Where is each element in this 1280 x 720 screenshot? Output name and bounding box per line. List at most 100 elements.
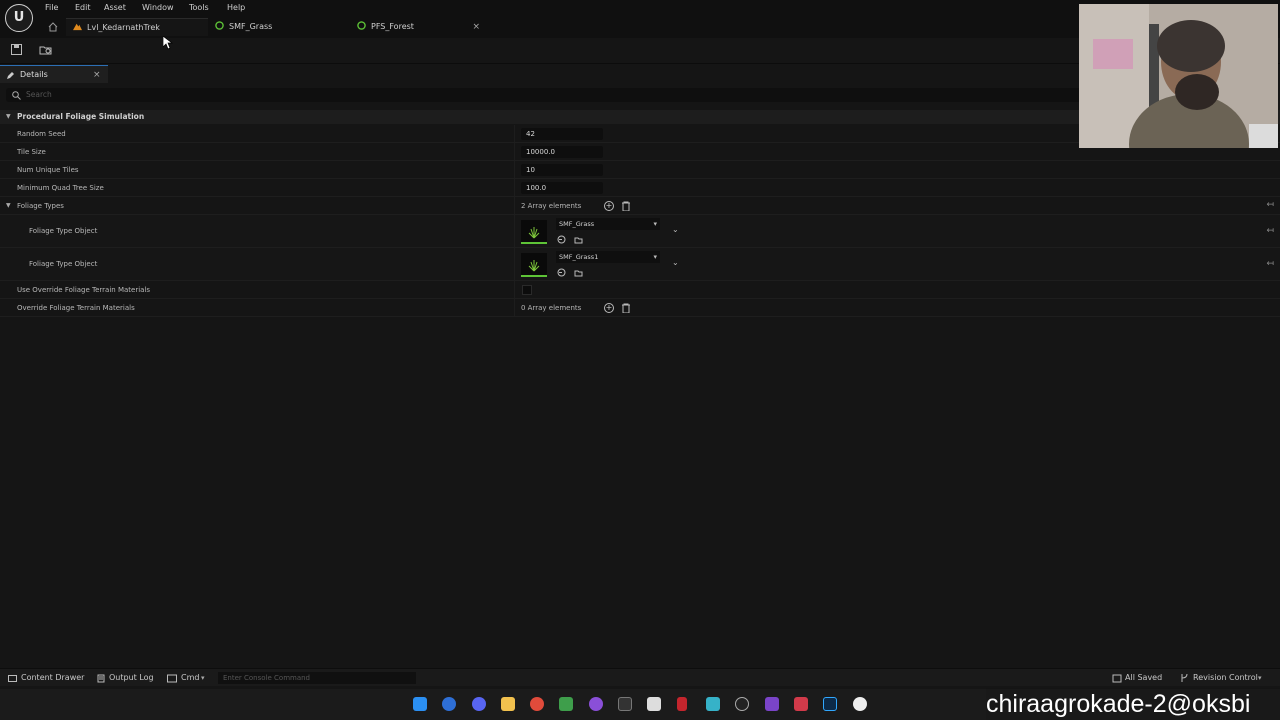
console-command-input[interactable]: Enter Console Command <box>218 672 416 684</box>
override-materials-count: 0 Array elements <box>521 304 582 312</box>
cmd-button[interactable]: Cmd <box>181 669 199 687</box>
tab-pfs-forest-label: PFS_Forest <box>371 22 414 31</box>
photoshop-icon[interactable] <box>823 697 837 711</box>
foliage-types-count: 2 Array elements <box>521 202 582 210</box>
menu-asset[interactable]: Asset <box>104 2 126 14</box>
use-override-checkbox[interactable] <box>522 285 532 295</box>
random-seed-label: Random Seed <box>17 130 66 138</box>
tab-level-label: Lvl_KedarnathTrek <box>87 23 160 32</box>
terminal-icon <box>167 674 177 683</box>
tab-pfs-forest[interactable]: PFS_Forest × <box>350 18 490 36</box>
app-circle-icon[interactable] <box>735 697 749 711</box>
use-selected-icon[interactable] <box>557 235 566 244</box>
close-icon[interactable]: × <box>93 66 101 84</box>
foliage-icon <box>357 21 366 30</box>
grass-thumbnail-icon <box>528 260 540 272</box>
chevron-down-icon[interactable]: ▾ <box>1258 669 1262 687</box>
random-seed-field[interactable]: 42 <box>521 128 603 140</box>
revision-control-icon <box>1181 673 1188 682</box>
menu-help[interactable]: Help <box>227 2 245 14</box>
home-icon[interactable] <box>48 22 58 32</box>
trash-icon[interactable] <box>622 303 630 313</box>
collapse-arrow-icon[interactable]: ▼ <box>6 197 11 215</box>
asset-thumbnail[interactable] <box>521 220 547 244</box>
search-placeholder: Search <box>26 90 52 99</box>
foliage-types-label: Foliage Types <box>17 202 64 210</box>
app-red-icon[interactable] <box>677 697 687 711</box>
expand-chevron-icon[interactable]: ⌄ <box>672 225 679 234</box>
app-teal-icon[interactable] <box>706 697 720 711</box>
trash-icon[interactable] <box>622 201 630 211</box>
property-row: Use Override Foliage Terrain Materials <box>0 281 1280 299</box>
terminal-icon[interactable] <box>618 697 632 711</box>
mouse-cursor-icon <box>163 36 173 50</box>
chevron-down-icon: ▾ <box>653 253 657 261</box>
foliage-type-row: Foliage Type Object SMF_Grass1 ▾ ⌄ ↤ <box>0 248 1280 281</box>
browse-icon[interactable] <box>39 44 53 55</box>
pencil-icon <box>7 72 14 79</box>
details-tab[interactable]: Details × <box>0 65 108 83</box>
foliage-type-object-label: Foliage Type Object <box>29 227 98 235</box>
add-element-icon[interactable]: + <box>604 303 614 313</box>
tab-smf-grass[interactable]: SMF_Grass <box>208 18 350 36</box>
revision-control-button[interactable]: Revision Control <box>1193 669 1258 687</box>
tab-smf-grass-label: SMF_Grass <box>229 22 273 31</box>
chevron-down-icon: ▾ <box>653 220 657 228</box>
asset-name: SMF_Grass <box>559 220 595 228</box>
browse-asset-icon[interactable] <box>574 235 583 244</box>
content-drawer-button[interactable]: Content Drawer <box>21 669 84 687</box>
app-icon[interactable] <box>647 697 661 711</box>
upi-watermark: chiraagrokade-2@oksbi <box>986 688 1280 720</box>
console-placeholder: Enter Console Command <box>223 674 311 682</box>
webcam-overlay <box>1079 4 1278 148</box>
chrome-icon[interactable] <box>530 697 544 711</box>
foliage-type-object-label: Foliage Type Object <box>29 260 98 268</box>
discord-icon[interactable] <box>472 697 486 711</box>
min-quad-tree-size-field[interactable]: 100.0 <box>521 182 603 194</box>
tile-size-field[interactable]: 10000.0 <box>521 146 603 158</box>
spreadsheet-icon[interactable] <box>559 697 573 711</box>
all-saved-button[interactable]: All Saved <box>1125 669 1162 687</box>
close-tab-icon[interactable]: × <box>472 18 480 36</box>
saved-icon <box>1112 674 1122 683</box>
visual-studio-icon[interactable] <box>765 697 779 711</box>
file-explorer-icon[interactable] <box>501 697 515 711</box>
asset-thumbnail[interactable] <box>521 253 547 277</box>
expand-chevron-icon[interactable]: ⌄ <box>672 258 679 267</box>
num-unique-tiles-label: Num Unique Tiles <box>17 166 79 174</box>
output-log-icon <box>97 674 105 683</box>
app-icon[interactable] <box>794 697 808 711</box>
unreal-engine-icon[interactable] <box>853 697 867 711</box>
unreal-engine-logo[interactable]: U <box>5 4 33 32</box>
search-icon <box>12 91 21 100</box>
num-unique-tiles-field[interactable]: 10 <box>521 164 603 176</box>
save-icon[interactable] <box>11 44 22 55</box>
menu-file[interactable]: File <box>45 2 58 14</box>
menu-window[interactable]: Window <box>142 2 174 14</box>
collapse-arrow-icon: ▼ <box>6 113 11 120</box>
tab-level[interactable]: Lvl_KedarnathTrek <box>66 18 208 36</box>
override-materials-label: Override Foliage Terrain Materials <box>17 304 135 312</box>
reset-arrow-icon[interactable]: ↤ <box>1266 200 1274 210</box>
menu-edit[interactable]: Edit <box>75 2 91 14</box>
github-icon[interactable] <box>589 697 603 711</box>
output-log-button[interactable]: Output Log <box>109 669 154 687</box>
add-element-icon[interactable]: + <box>604 201 614 211</box>
browse-asset-icon[interactable] <box>574 268 583 277</box>
property-row: Override Foliage Terrain Materials 0 Arr… <box>0 299 1280 317</box>
asset-name: SMF_Grass1 <box>559 253 599 261</box>
windows-start-icon[interactable] <box>413 697 427 711</box>
asset-picker[interactable]: SMF_Grass ▾ <box>556 218 660 230</box>
use-selected-icon[interactable] <box>557 268 566 277</box>
search-icon[interactable] <box>442 697 456 711</box>
tile-size-label: Tile Size <box>17 148 46 156</box>
property-row: Minimum Quad Tree Size 100.0 <box>0 179 1280 197</box>
asset-picker[interactable]: SMF_Grass1 ▾ <box>556 251 660 263</box>
reset-arrow-icon[interactable]: ↤ <box>1266 259 1274 269</box>
webcam-person-image <box>1079 4 1278 148</box>
content-drawer-icon <box>8 675 17 682</box>
reset-arrow-icon[interactable]: ↤ <box>1266 226 1274 236</box>
level-icon <box>73 23 82 31</box>
menu-tools[interactable]: Tools <box>189 2 209 14</box>
chevron-down-icon[interactable]: ▾ <box>201 669 205 687</box>
